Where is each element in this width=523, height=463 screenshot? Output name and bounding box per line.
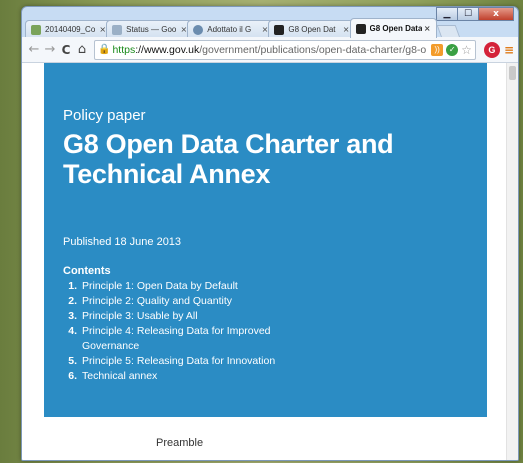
toc-link[interactable]: Principle 4: Releasing Data for Improved… bbox=[82, 324, 322, 354]
toc-number: 3. bbox=[68, 310, 77, 322]
tab-5-active[interactable]: G8 Open Data × bbox=[349, 18, 437, 38]
toc-number: 5. bbox=[68, 355, 77, 367]
home-icon[interactable]: ⌂ bbox=[74, 42, 90, 57]
extension-icon[interactable]: G bbox=[483, 41, 500, 58]
tab-title: Status — Goo bbox=[126, 25, 177, 34]
checkmark-icon[interactable]: ✓ bbox=[446, 43, 459, 56]
scrollbar-thumb[interactable] bbox=[509, 66, 516, 80]
close-window-button[interactable]: x bbox=[478, 7, 514, 21]
image-favicon-icon bbox=[31, 24, 41, 35]
close-tab-icon[interactable]: × bbox=[343, 25, 350, 34]
menu-icon[interactable]: ≡ bbox=[504, 43, 514, 57]
toc-link[interactable]: Principle 1: Open Data by Default bbox=[82, 279, 468, 294]
toc-item[interactable]: 5. Principle 5: Releasing Data for Innova… bbox=[63, 354, 468, 369]
tab-title: 20140409_Co bbox=[45, 25, 96, 34]
url-path: /government/publications/open-data-chart… bbox=[199, 43, 427, 56]
reload-icon[interactable]: C bbox=[58, 43, 74, 57]
forward-arrow-icon[interactable]: → bbox=[42, 42, 58, 57]
toc-link[interactable]: Principle 5: Releasing Data for Innovati… bbox=[82, 354, 468, 369]
toc-link[interactable]: Principle 3: Usable by All bbox=[82, 309, 468, 324]
policy-header-banner: Policy paper G8 Open Data Charter and Te… bbox=[44, 63, 487, 417]
close-tab-icon[interactable]: × bbox=[262, 25, 269, 34]
vertical-scrollbar[interactable] bbox=[506, 63, 518, 460]
toc-number: 2. bbox=[68, 295, 77, 307]
document-type: Policy paper bbox=[63, 107, 146, 124]
toc-item[interactable]: 6. Technical annex bbox=[63, 369, 468, 384]
back-arrow-icon[interactable]: ← bbox=[26, 42, 42, 57]
close-tab-icon[interactable]: × bbox=[424, 24, 431, 33]
lock-icon: 🔒 bbox=[98, 44, 111, 55]
toc-number: 4. bbox=[68, 325, 77, 337]
globe-favicon-icon bbox=[193, 24, 204, 35]
maximize-button[interactable]: ☐ bbox=[457, 7, 479, 21]
tab-title: G8 Open Dat bbox=[288, 25, 336, 34]
tab-strip: 20140409_Co × Status — Goo × Adottato il… bbox=[25, 16, 461, 38]
address-bar-icons: )) ✓ ☆ bbox=[428, 42, 472, 57]
toc-number: 1. bbox=[68, 280, 77, 292]
toc-link[interactable]: Principle 2: Quality and Quantity bbox=[82, 294, 468, 309]
toc-item[interactable]: 4. Principle 4: Releasing Data for Improv… bbox=[63, 324, 468, 354]
tab-3[interactable]: Adottato il G × bbox=[187, 20, 275, 38]
status-favicon-icon bbox=[112, 24, 123, 35]
browser-toolbar: ← → C ⌂ 🔒 https ://www.gov.uk /governmen… bbox=[22, 37, 518, 63]
url-scheme: https bbox=[112, 43, 136, 56]
page-viewport: Policy paper G8 Open Data Charter and Te… bbox=[22, 63, 518, 460]
published-date: Published 18 June 2013 bbox=[63, 236, 182, 248]
gov-favicon-icon bbox=[355, 23, 366, 34]
tab-4[interactable]: G8 Open Dat × bbox=[268, 20, 356, 38]
toc-link[interactable]: Technical annex bbox=[82, 369, 468, 384]
address-bar[interactable]: 🔒 https ://www.gov.uk /government/public… bbox=[94, 39, 476, 60]
bookmark-star-icon[interactable]: ☆ bbox=[461, 43, 472, 57]
contents-heading: Contents bbox=[63, 265, 111, 277]
tab-title: G8 Open Data bbox=[369, 24, 422, 33]
browser-window: ▁ ☐ x 20140409_Co × Status — Goo × Adott… bbox=[21, 6, 519, 461]
tab-2[interactable]: Status — Goo × bbox=[106, 20, 194, 38]
toc-number: 6. bbox=[68, 370, 77, 382]
preamble-heading: Preamble bbox=[156, 437, 204, 449]
tab-title: Adottato il G bbox=[207, 25, 252, 34]
toc-item[interactable]: 2. Principle 2: Quality and Quantity bbox=[63, 294, 468, 309]
toc-item[interactable]: 1. Principle 1: Open Data by Default bbox=[63, 279, 468, 294]
gov-favicon-icon bbox=[274, 24, 285, 35]
close-tab-icon[interactable]: × bbox=[181, 25, 188, 34]
rss-feed-icon[interactable]: )) bbox=[431, 43, 444, 56]
toc-item[interactable]: 3. Principle 3: Usable by All bbox=[63, 309, 468, 324]
close-tab-icon[interactable]: × bbox=[99, 25, 106, 34]
page-title: G8 Open Data Charter and Technical Annex bbox=[63, 129, 394, 189]
url-host: ://www.gov.uk bbox=[135, 43, 200, 56]
tab-1[interactable]: 20140409_Co × bbox=[25, 20, 113, 38]
table-of-contents: 1. Principle 1: Open Data by Default 2. Pr… bbox=[63, 279, 468, 384]
